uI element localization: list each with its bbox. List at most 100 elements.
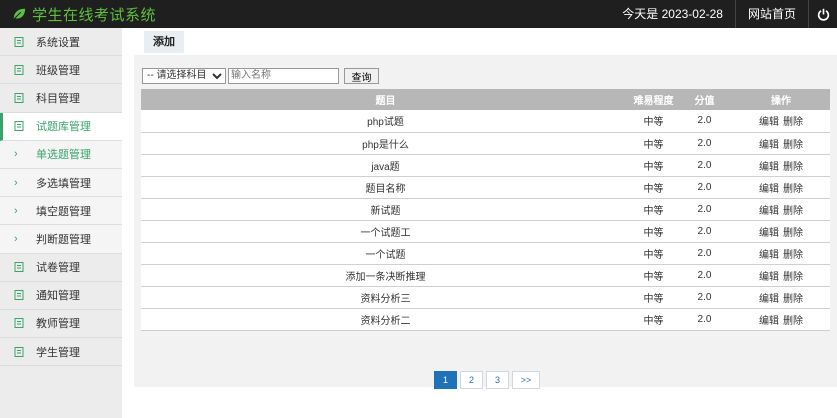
- document-icon: [14, 36, 24, 47]
- delete-link[interactable]: 删除: [783, 117, 803, 128]
- delete-link[interactable]: 删除: [783, 206, 803, 217]
- sidebar-item[interactable]: › 多选填管理: [0, 168, 122, 198]
- cell-score: 2.0: [677, 286, 732, 310]
- edit-link[interactable]: 编辑: [759, 250, 779, 261]
- sidebar-item[interactable]: 试题库管理: [0, 112, 122, 141]
- home-link[interactable]: 网站首页: [736, 0, 809, 28]
- table-row: 资料分析二 中等 2.0 编辑 删除: [141, 308, 830, 332]
- sidebar-item-label: 多选填管理: [36, 177, 91, 190]
- table-row: php试题 中等 2.0 编辑 删除: [141, 110, 830, 133]
- cell-score: 2.0: [677, 110, 732, 133]
- table-row: java题 中等 2.0 编辑 删除: [141, 154, 830, 177]
- document-icon: [14, 346, 24, 357]
- cell-level: 中等: [630, 154, 677, 177]
- cell-ops: 编辑 删除: [732, 110, 830, 133]
- cell-ops: 编辑 删除: [732, 242, 830, 266]
- sidebar-item-label: 单选题管理: [36, 149, 91, 162]
- query-button[interactable]: 查询: [344, 67, 379, 84]
- document-icon: [14, 92, 24, 103]
- delete-link[interactable]: 删除: [783, 250, 803, 261]
- sidebar-item[interactable]: 教师管理: [0, 310, 122, 339]
- table-row: 添加一条决断推理 中等 2.0 编辑 删除: [141, 264, 830, 288]
- sidebar-item-label: 填空题管理: [36, 205, 91, 218]
- cell-score: 2.0: [677, 198, 732, 221]
- sidebar-item-label: 学生管理: [36, 346, 80, 359]
- document-icon: [14, 262, 24, 273]
- sidebar-item[interactable]: › 单选题管理: [0, 140, 122, 169]
- cell-level: 中等: [630, 198, 677, 221]
- sidebar-item[interactable]: 学生管理: [0, 338, 122, 367]
- cell-level: 中等: [630, 220, 677, 244]
- cell-ops: 编辑 删除: [732, 264, 830, 288]
- table-row: 一个试题 中等 2.0 编辑 删除: [141, 242, 830, 266]
- edit-link[interactable]: 编辑: [759, 316, 779, 327]
- subject-select[interactable]: -- 请选择科目 --: [142, 67, 226, 84]
- brand: 学生在线考试系统: [0, 0, 156, 28]
- cell-score: 2.0: [677, 132, 732, 155]
- sidebar-item-label: 判断题管理: [36, 233, 91, 246]
- cell-level: 中等: [630, 176, 677, 199]
- page-button[interactable]: 1: [434, 371, 457, 389]
- sidebar-item[interactable]: 班级管理: [0, 56, 122, 85]
- sidebar-item-label: 教师管理: [36, 318, 80, 331]
- sidebar-item-label: 试卷管理: [36, 262, 80, 275]
- table-row: 一个试题工 中等 2.0 编辑 删除: [141, 220, 830, 244]
- cell-ops: 编辑 删除: [732, 220, 830, 244]
- date-text: 今天是 2023-02-28: [610, 0, 736, 28]
- name-search-input[interactable]: [228, 67, 339, 84]
- edit-link[interactable]: 编辑: [759, 228, 779, 239]
- next-page-button[interactable]: >>: [512, 371, 540, 389]
- top-bar: 学生在线考试系统 今天是 2023-02-28 网站首页: [0, 0, 837, 28]
- delete-link[interactable]: 删除: [783, 184, 803, 195]
- cell-title: php试题: [141, 110, 630, 133]
- main-panel: 添加 -- 请选择科目 -- 查询 题目 难易程度 分值 操作 php试题中等2…: [122, 28, 837, 418]
- sidebar-item[interactable]: 试卷管理: [0, 254, 122, 282]
- cell-ops: 编辑 删除: [732, 154, 830, 177]
- delete-link[interactable]: 删除: [783, 316, 803, 327]
- edit-link[interactable]: 编辑: [759, 184, 779, 195]
- edit-link[interactable]: 编辑: [759, 117, 779, 128]
- cell-title: 题目名称: [141, 176, 630, 199]
- sidebar-item[interactable]: 通知管理: [0, 282, 122, 310]
- sidebar-item-label: 班级管理: [36, 64, 80, 77]
- chevron-right-icon: ›: [14, 232, 18, 245]
- page-button[interactable]: 3: [486, 371, 509, 389]
- col-header-ops: 操作: [732, 89, 830, 110]
- cell-ops: 编辑 删除: [732, 286, 830, 310]
- cell-score: 2.0: [677, 220, 732, 244]
- cell-title: php是什么: [141, 132, 630, 155]
- cell-level: 中等: [630, 110, 677, 133]
- delete-link[interactable]: 删除: [783, 294, 803, 305]
- edit-link[interactable]: 编辑: [759, 206, 779, 217]
- sidebar-item[interactable]: 系统设置: [0, 28, 122, 57]
- cell-level: 中等: [630, 308, 677, 332]
- cell-level: 中等: [630, 286, 677, 310]
- sidebar-item[interactable]: › 判断题管理: [0, 225, 122, 254]
- delete-link[interactable]: 删除: [783, 140, 803, 151]
- sidebar-item[interactable]: › 填空题管理: [0, 197, 122, 226]
- delete-link[interactable]: 删除: [783, 162, 803, 173]
- filter-bar: -- 请选择科目 -- 查询: [142, 67, 379, 84]
- edit-link[interactable]: 编辑: [759, 294, 779, 305]
- sidebar-item[interactable]: 科目管理: [0, 84, 122, 113]
- sidebar: 系统设置 班级管理 科目管理 试题库管理 › 单选题管理 › 多选填管理 › 填空题管理 › 判断题管…: [0, 28, 122, 418]
- edit-link[interactable]: 编辑: [759, 272, 779, 283]
- sidebar-item-label: 试题库管理: [36, 121, 91, 134]
- cell-ops: 编辑 删除: [732, 198, 830, 221]
- cell-level: 中等: [630, 242, 677, 266]
- cell-title: java题: [141, 154, 630, 177]
- document-icon: [14, 64, 24, 75]
- edit-link[interactable]: 编辑: [759, 140, 779, 151]
- cell-score: 2.0: [677, 176, 732, 199]
- power-icon[interactable]: [809, 0, 837, 28]
- edit-link[interactable]: 编辑: [759, 162, 779, 173]
- delete-link[interactable]: 删除: [783, 228, 803, 239]
- cell-score: 2.0: [677, 242, 732, 266]
- tab-add[interactable]: 添加: [144, 31, 184, 53]
- cell-score: 2.0: [677, 154, 732, 177]
- page-button[interactable]: 2: [460, 371, 483, 389]
- cell-level: 中等: [630, 132, 677, 155]
- cell-score: 2.0: [677, 308, 732, 332]
- delete-link[interactable]: 删除: [783, 272, 803, 283]
- cell-level: 中等: [630, 264, 677, 288]
